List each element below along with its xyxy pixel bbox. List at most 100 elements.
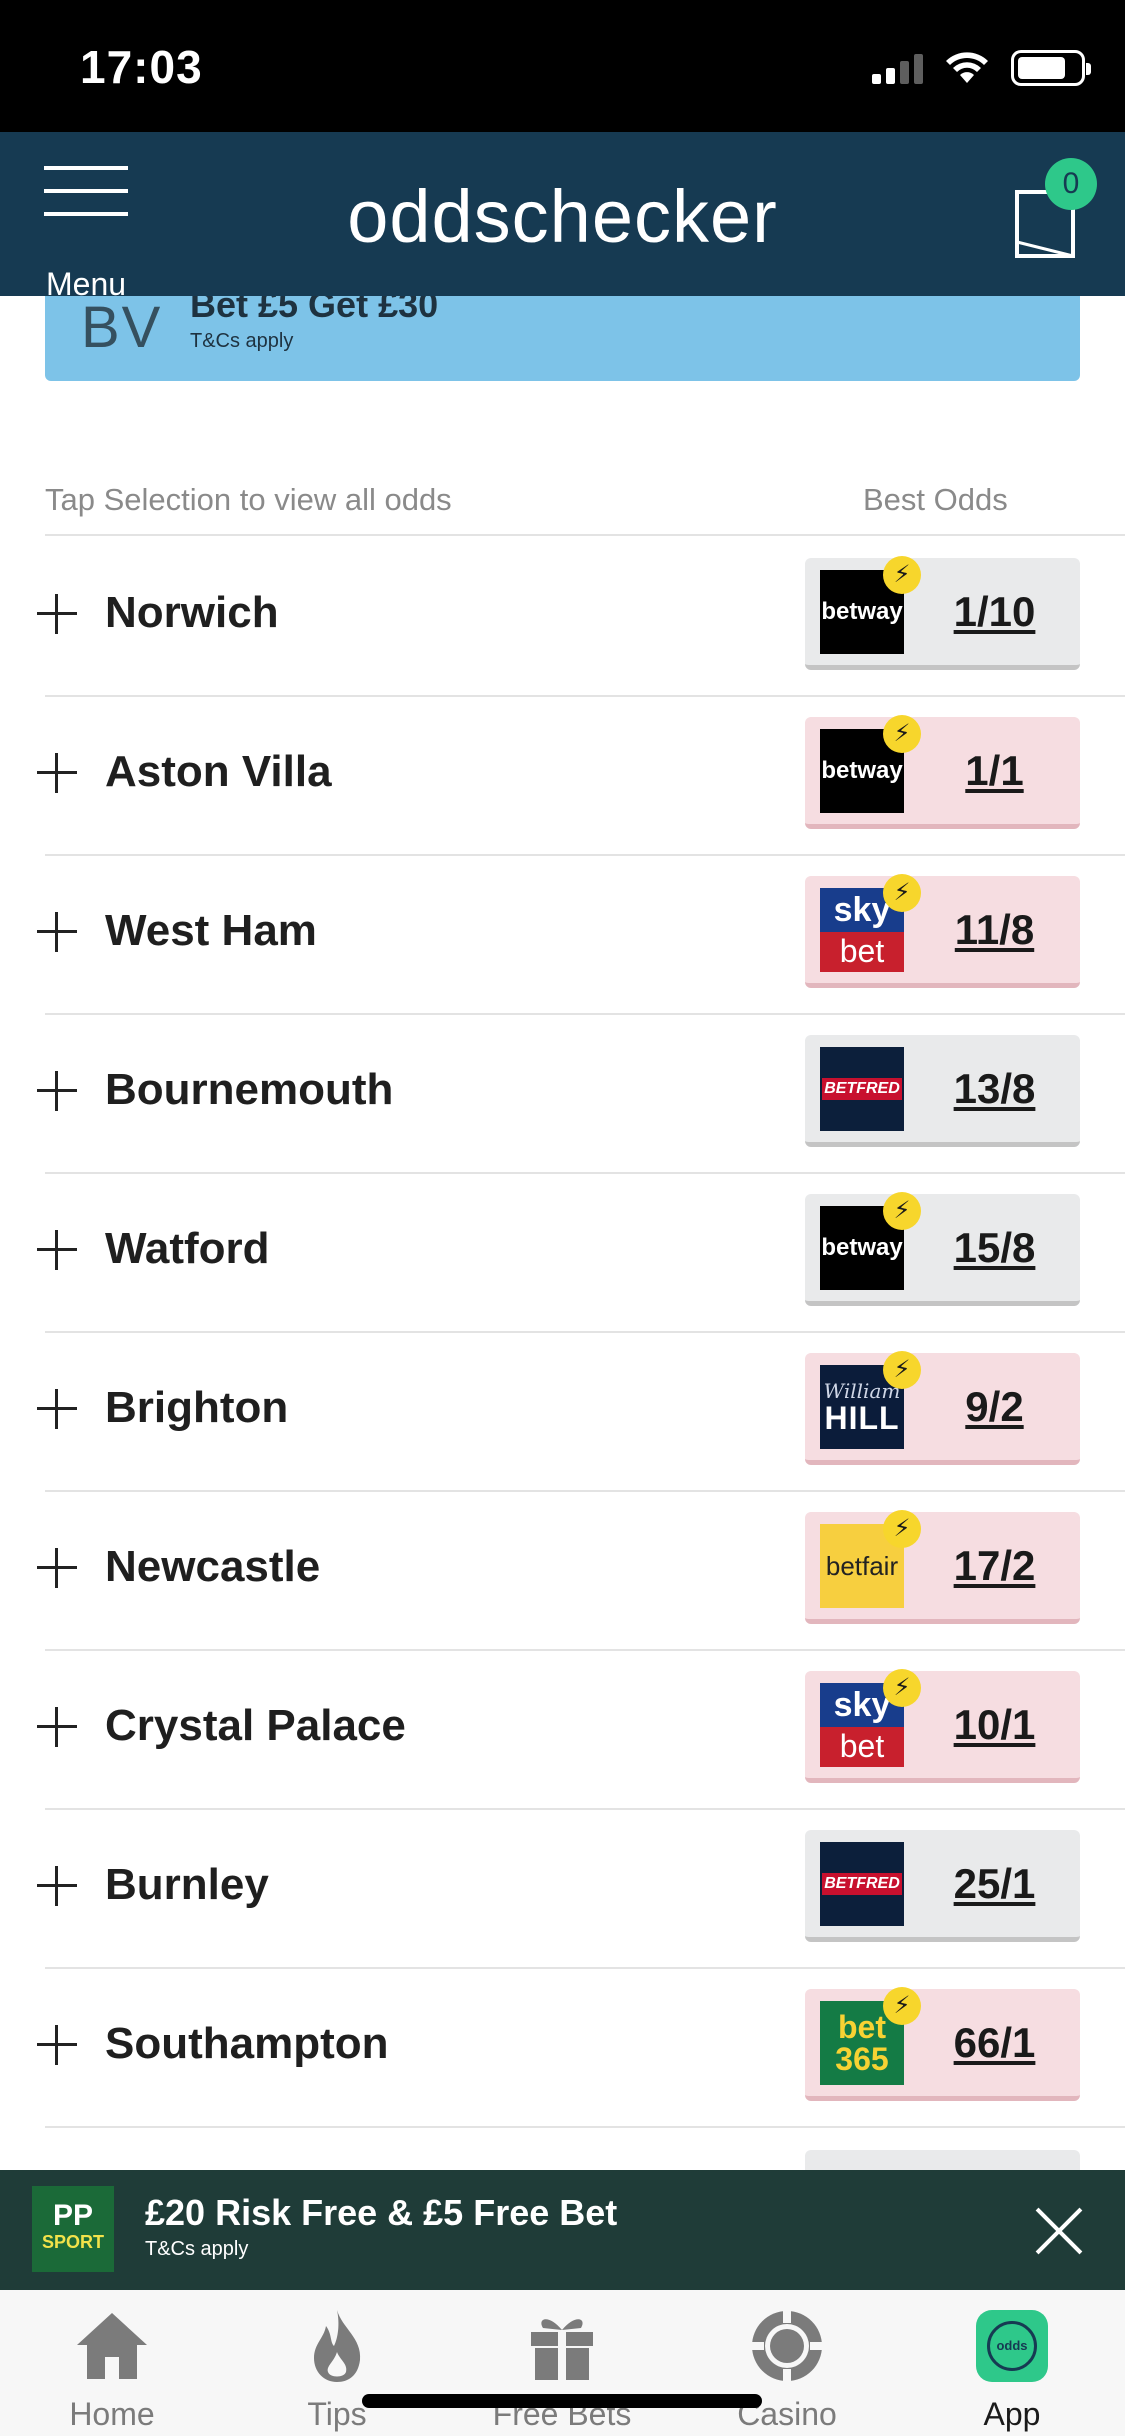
lightning-bolt-icon: ⚡ [883,1669,921,1707]
selection-hint: Tap Selection to view all odds [45,482,452,517]
odds-value[interactable]: 11/8 [917,906,1072,954]
selection-row[interactable]: Newcastle betfair ⚡ 17/2 [37,1492,1125,1651]
selection-name[interactable]: Crystal Palace [105,1701,406,1751]
best-odds-button[interactable]: BETFRED 25/1 [805,1830,1080,1942]
selection-row[interactable]: West Ham sky bet ⚡ 11/8 [37,856,1125,1015]
expand-plus-icon[interactable] [37,753,77,793]
selection-row[interactable]: Burnley BETFRED 25/1 [37,1810,1125,1969]
lightning-bolt-icon: ⚡ [883,1987,921,2025]
bottom-promo-banner[interactable]: PP SPORT £20 Risk Free & £5 Free Bet T&C… [0,2170,1125,2290]
home-indicator[interactable] [362,2394,762,2408]
odds-value[interactable]: 66/1 [917,2019,1072,2067]
brand-logo[interactable]: oddschecker [0,174,1125,259]
flame-icon [295,2304,379,2388]
tab-casino[interactable]: Casino [687,2304,887,2433]
expand-plus-icon[interactable] [37,594,77,634]
status-icons [872,50,1091,86]
best-odds-button[interactable]: BETFRED 13/8 [805,1035,1080,1147]
betfair-logo-text: betfair [825,1550,899,1581]
selection-row[interactable]: Watford betway ⚡ 15/8 [37,1174,1125,1333]
selection-name[interactable]: Norwich [105,588,279,638]
status-time: 17:03 [80,41,203,93]
tab-app[interactable]: odds App [912,2304,1112,2433]
odds-value[interactable]: 25/1 [917,1860,1072,1908]
promo-banner[interactable]: BV Bet £5 Get £30 T&Cs apply [45,296,1080,381]
betway-logo-text: betway [821,1234,903,1261]
best-odds-button[interactable]: betfair ⚡ 17/2 [805,1510,1080,1624]
selection-name[interactable]: West Ham [105,906,317,956]
betfred-logo-text: BETFRED [822,1873,902,1895]
lightning-bolt-icon: ⚡ [883,1510,921,1548]
battery-icon [1011,50,1091,86]
selection-row[interactable]: Norwich betway ⚡ 1/10 [37,538,1125,697]
bottom-tab-bar: Home Tips Free Bets Casino odds App [0,2290,1125,2436]
odds-value[interactable]: 1/10 [917,588,1072,636]
best-odds-button[interactable]: sky bet ⚡ 10/1 [805,1669,1080,1783]
lightning-bolt-icon: ⚡ [883,1192,921,1230]
selection-name[interactable]: Newcastle [105,1542,320,1592]
selection-row[interactable]: Bournemouth BETFRED 13/8 [37,1015,1125,1174]
expand-plus-icon[interactable] [37,1230,77,1270]
status-bar: 17:03 [0,0,1125,132]
close-icon[interactable] [1034,2206,1084,2256]
betfred-logo: BETFRED [820,1047,904,1131]
selection-list: Norwich betway ⚡ 1/10 Aston Villa betway… [0,538,1125,2128]
partial-odds-button[interactable] [805,2150,1080,2170]
tab-tips[interactable]: Tips [237,2304,437,2433]
skybet-logo-bottom: bet [839,1728,885,1764]
selection-row[interactable]: Southampton bet 365 ⚡ 66/1 [37,1969,1125,2128]
best-odds-button[interactable]: sky bet ⚡ 11/8 [805,874,1080,988]
odds-value[interactable]: 17/2 [917,1542,1072,1590]
expand-plus-icon[interactable] [37,1707,77,1747]
expand-plus-icon[interactable] [37,2025,77,2065]
best-odds-button[interactable]: betway ⚡ 1/10 [805,556,1080,670]
bet365-logo-bottom: 365 [835,2041,889,2077]
cellular-signal-icon [872,52,923,84]
odds-list-header: Tap Selection to view all odds Best Odds [45,482,1125,536]
betfred-logo: BETFRED [820,1842,904,1926]
expand-plus-icon[interactable] [37,1071,77,1111]
expand-plus-icon[interactable] [37,1389,77,1429]
paddy-power-logo-bottom: SPORT [41,2232,104,2252]
selection-name[interactable]: Burnley [105,1860,269,1910]
tab-free-bets[interactable]: Free Bets [462,2304,662,2433]
paddy-power-logo: PP SPORT [32,2186,114,2272]
selection-name[interactable]: Watford [105,1224,270,1274]
odds-value[interactable]: 15/8 [917,1224,1072,1272]
app-icon: odds [970,2304,1054,2388]
best-odds-button[interactable]: William HILL ⚡ 9/2 [805,1351,1080,1465]
promo-title: Bet £5 Get £30 [190,296,439,325]
banner-terms: T&Cs apply [145,2238,249,2260]
banner-title: £20 Risk Free & £5 Free Bet [145,2192,618,2233]
selection-name[interactable]: Bournemouth [105,1065,393,1115]
betway-logo-text: betway [821,757,903,784]
selection-row[interactable]: Crystal Palace sky bet ⚡ 10/1 [37,1651,1125,1810]
best-odds-button[interactable]: betway ⚡ 1/1 [805,715,1080,829]
promo-bookmaker-logo: BV [81,296,163,360]
odds-value[interactable]: 1/1 [917,747,1072,795]
best-odds-heading: Best Odds [863,482,1008,517]
selection-row[interactable]: Brighton William HILL ⚡ 9/2 [37,1333,1125,1492]
odds-value[interactable]: 9/2 [917,1383,1072,1431]
expand-plus-icon[interactable] [37,1548,77,1588]
bet365-logo-top: bet [838,2009,886,2045]
paddy-power-logo-top: PP [52,2199,94,2232]
selection-name[interactable]: Brighton [105,1383,288,1433]
odds-value[interactable]: 10/1 [917,1701,1072,1749]
selection-name[interactable]: Aston Villa [105,747,332,797]
betslip-count-badge: 0 [1045,158,1097,210]
expand-plus-icon[interactable] [37,1866,77,1906]
selection-name[interactable]: Southampton [105,2019,389,2069]
best-odds-button[interactable]: bet 365 ⚡ 66/1 [805,1987,1080,2101]
best-odds-button[interactable]: betway ⚡ 15/8 [805,1192,1080,1306]
odds-value[interactable]: 13/8 [917,1065,1072,1113]
selection-row[interactable]: Aston Villa betway ⚡ 1/1 [37,697,1125,856]
skybet-logo-bottom: bet [839,933,885,969]
app-header: Menu oddschecker 0 [0,132,1125,302]
promo-terms: T&Cs apply [190,330,294,352]
expand-plus-icon[interactable] [37,912,77,952]
gift-icon [520,2304,604,2388]
betway-logo-text: betway [821,598,903,625]
app-icon-text: odds [987,2321,1037,2371]
tab-home[interactable]: Home [12,2304,212,2433]
